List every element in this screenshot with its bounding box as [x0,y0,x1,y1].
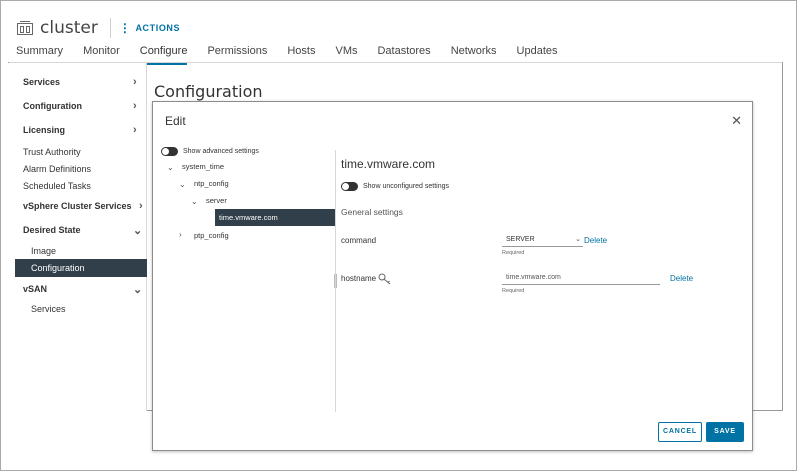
sidebar-item-licensing[interactable]: Licensing › [23,124,137,136]
chevron-right-icon[interactable]: › [179,230,182,239]
chevron-down-icon: ⌄ [133,284,143,296]
sidebar-item-trust-authority[interactable]: Trust Authority [23,147,81,157]
cancel-button[interactable]: CANCEL [658,422,702,442]
sidebar-item-label: Desired State [23,225,81,235]
section-heading: General settings [341,207,403,217]
sidebar-item-label: Services [23,77,61,87]
command-select-value: SERVER [506,236,535,243]
actions-menu-button[interactable]: ⋮ ACTIONS [119,22,180,34]
sidebar-item-vsphere-cluster-services[interactable]: vSphere Cluster Services › [23,200,143,212]
hostname-label: hostname [341,274,377,283]
sidebar-item-desired-state[interactable]: Desired State ⌄ [23,225,142,237]
actions-label: ACTIONS [135,23,181,33]
vertical-dots-icon: ⋮ [118,21,132,35]
chevron-down-icon: ⌄ [133,225,143,237]
command-label: command [341,236,377,245]
chevron-right-icon: › [139,200,143,212]
chevron-down-icon[interactable]: ⌄ [179,180,186,189]
chevron-down-icon[interactable]: ⌄ [191,197,198,206]
show-unconfigured-toggle[interactable] [341,182,358,191]
show-advanced-toggle[interactable] [161,147,178,156]
chevron-down-icon: ⌄ [575,236,581,243]
cluster-icon [16,20,34,36]
sidebar-item-label: vSAN [23,284,48,294]
chevron-right-icon: › [133,76,137,88]
show-advanced-label: Show advanced settings [183,148,259,155]
hostname-input[interactable]: time.vmware.com [502,273,660,285]
chevron-down-icon[interactable]: ⌄ [167,163,174,172]
object-header: cluster ⋮ ACTIONS [16,16,180,40]
tree-node-server[interactable]: server [206,196,227,205]
tree-node-ptp-config[interactable]: ptp_config [194,231,229,240]
configure-sidebar: Services › Configuration › Licensing › T… [8,63,147,411]
sidebar-item-label: vSphere Cluster Services [23,201,132,211]
sidebar-item-desired-configuration[interactable]: Configuration [15,259,147,277]
tree-node-system-time[interactable]: system_time [182,162,224,171]
edit-dialog: Edit ✕ Show advanced settings ⌄ system_t… [152,101,753,451]
tree-node-selected[interactable]: time.vmware.com [215,209,335,226]
sidebar-item-alarm-definitions[interactable]: Alarm Definitions [23,164,91,174]
close-icon[interactable]: ✕ [731,113,742,129]
page-title: Configuration [154,82,263,101]
sidebar-item-vsan[interactable]: vSAN ⌄ [23,284,142,296]
pane-resize-handle[interactable] [334,274,337,288]
hostname-delete-link[interactable]: Delete [670,274,693,283]
hostname-required-hint: Required [502,288,525,294]
dialog-title: Edit [165,114,186,128]
chevron-right-icon: › [133,100,137,112]
sidebar-item-services[interactable]: Services › [23,76,137,88]
sidebar-item-image[interactable]: Image [31,246,56,256]
command-delete-link[interactable]: Delete [584,236,607,245]
sidebar-item-vsan-services[interactable]: Services [31,304,66,314]
command-required-hint: Required [502,250,525,256]
detail-title: time.vmware.com [341,157,436,171]
header-divider [109,18,111,38]
sidebar-item-scheduled-tasks[interactable]: Scheduled Tasks [23,181,91,191]
sidebar-item-label: Licensing [23,125,66,135]
save-button[interactable]: SAVE [706,422,744,442]
chevron-right-icon: › [133,124,137,136]
sidebar-item-label: Configuration [23,101,82,111]
key-icon [378,272,392,285]
sidebar-item-configuration[interactable]: Configuration › [23,100,137,112]
command-select[interactable]: SERVER ⌄ [502,235,583,247]
object-title: cluster [40,18,98,38]
tree-node-ntp-config[interactable]: ntp_config [194,179,229,188]
show-unconfigured-label: Show unconfigured settings [363,183,449,190]
